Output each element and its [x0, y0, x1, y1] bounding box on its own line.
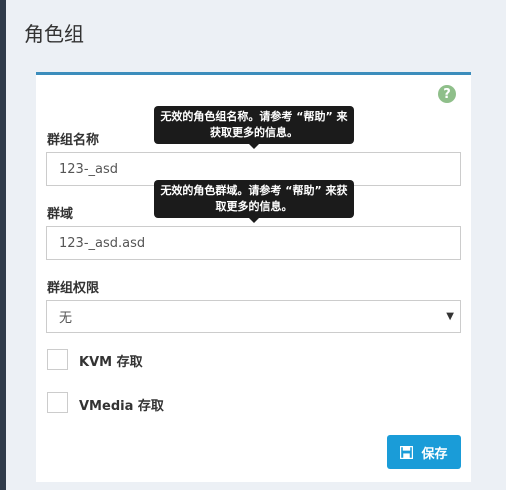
- help-glyph: ?: [443, 86, 451, 102]
- kvm-access-label: KVM 存取: [79, 355, 143, 370]
- left-sidebar-edge: [0, 0, 6, 490]
- floppy-disk-icon: [400, 445, 414, 459]
- domain-value: 123-_asd.asd: [59, 235, 146, 251]
- domain-error-tooltip: 无效的角色群域。请参考 “帮助” 来获取更多的信息。: [154, 180, 354, 223]
- group-name-value: 123-_asd: [59, 161, 118, 177]
- vmedia-access-checkbox[interactable]: [47, 392, 68, 413]
- group-name-error-text: 无效的角色组名称。请参考 “帮助” 来获取更多的信息。: [160, 110, 348, 139]
- domain-error-text: 无效的角色群域。请参考 “帮助” 来获取更多的信息。: [160, 184, 348, 213]
- save-button-label: 保存: [421, 446, 448, 462]
- group-name-label: 群组名称: [47, 133, 100, 148]
- page-title: 角色组: [24, 22, 84, 46]
- tooltip-arrow: [249, 218, 259, 223]
- kvm-access-checkbox[interactable]: [47, 349, 68, 370]
- privilege-selected-value: 无: [59, 311, 73, 326]
- group-name-error-tooltip: 无效的角色组名称。请参考 “帮助” 来获取更多的信息。: [154, 106, 354, 149]
- save-button[interactable]: 保存: [387, 435, 461, 469]
- question-circle-icon[interactable]: ?: [438, 85, 456, 103]
- domain-input[interactable]: 123-_asd.asd: [46, 226, 461, 260]
- domain-label: 群域: [47, 207, 74, 222]
- vmedia-access-label: VMedia 存取: [79, 399, 164, 414]
- tooltip-arrow: [249, 144, 259, 149]
- dropdown-arrow-icon: ▼: [446, 311, 454, 322]
- privilege-select[interactable]: 无 ▼: [46, 300, 461, 333]
- privilege-label: 群组权限: [47, 281, 100, 296]
